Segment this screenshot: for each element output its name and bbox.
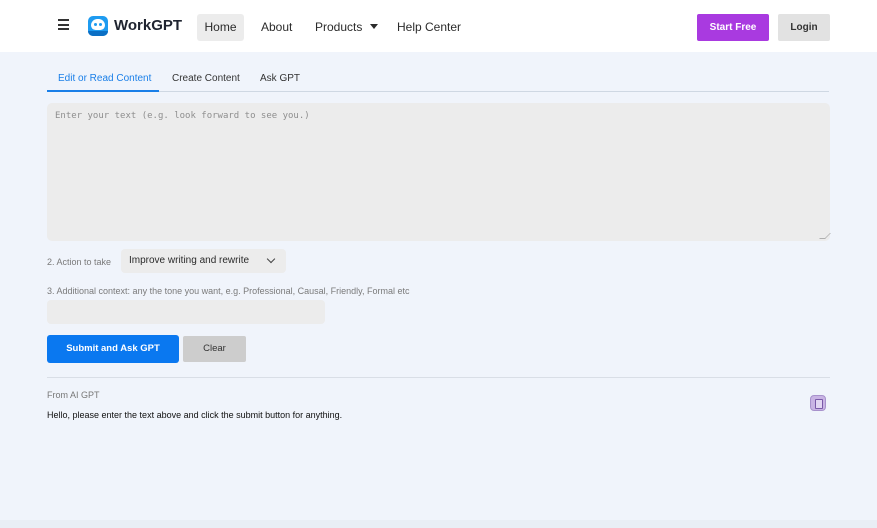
result-text: Hello, please enter the text above and c… [47, 410, 343, 420]
context-label: 3. Additional context: any the tone you … [47, 286, 410, 296]
result-source-label: From AI GPT [47, 390, 100, 400]
workgpt-logo-icon[interactable] [88, 16, 108, 36]
tab-create-content[interactable]: Create Content [172, 73, 240, 84]
clear-button[interactable]: Clear [183, 336, 246, 362]
brand-name[interactable]: WorkGPT [114, 17, 182, 34]
top-header: WorkGPT Home About Products Help Center … [0, 0, 877, 52]
nav-home[interactable]: Home [197, 14, 244, 41]
nav-help-center[interactable]: Help Center [397, 14, 461, 41]
nav-products-label: Products [315, 20, 363, 34]
action-select-value: Improve writing and rewrite [129, 255, 250, 266]
login-button[interactable]: Login [778, 14, 830, 41]
tabs-divider [47, 91, 829, 92]
submit-button[interactable]: Submit and Ask GPT [47, 335, 179, 363]
copy-icon[interactable] [810, 395, 826, 411]
tab-edit-or-read-content[interactable]: Edit or Read Content [58, 73, 151, 84]
footer-strip [0, 520, 877, 528]
action-label: 2. Action to take [47, 257, 112, 267]
action-select[interactable]: Improve writing and rewrite [121, 249, 286, 273]
tab-ask-gpt[interactable]: Ask GPT [260, 73, 300, 84]
active-tab-underline [47, 90, 159, 92]
start-free-button[interactable]: Start Free [697, 14, 769, 41]
menu-icon[interactable] [58, 19, 69, 30]
result-divider [47, 377, 830, 378]
nav-products[interactable]: Products [315, 14, 379, 41]
content-textarea[interactable] [47, 103, 830, 241]
caret-down-icon [370, 24, 379, 29]
chevron-down-icon [266, 254, 276, 264]
nav-about[interactable]: About [261, 14, 292, 41]
context-input[interactable] [47, 300, 325, 324]
